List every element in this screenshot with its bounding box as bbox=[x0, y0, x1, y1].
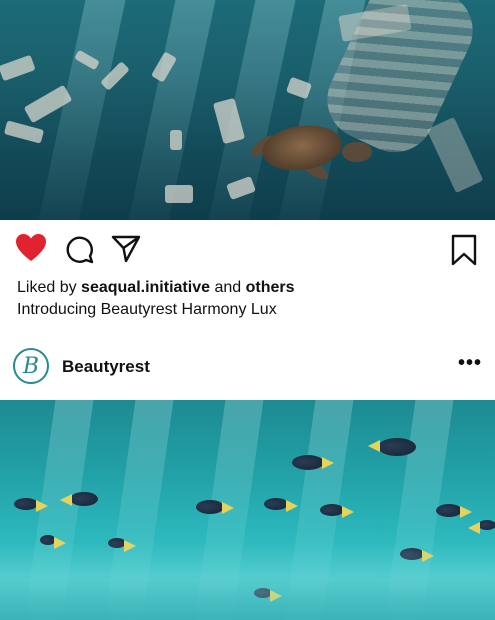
heart-icon[interactable] bbox=[16, 234, 46, 262]
more-icon[interactable]: ••• bbox=[458, 353, 481, 373]
liked-by-user-link[interactable]: seaqual.initiative bbox=[81, 279, 210, 296]
avatar-letter: B bbox=[22, 353, 40, 379]
post-caption: Introducing Beautyrest Harmony Lux bbox=[17, 301, 277, 318]
fish bbox=[368, 438, 416, 456]
plastic-debris bbox=[170, 130, 182, 150]
fish bbox=[436, 504, 472, 518]
likes-and: and bbox=[214, 279, 242, 296]
bookmark-icon[interactable] bbox=[451, 234, 477, 266]
account-username[interactable]: Beautyrest bbox=[62, 357, 150, 377]
post-photo-pollution[interactable] bbox=[0, 0, 495, 220]
fish bbox=[196, 500, 234, 514]
plastic-debris bbox=[0, 54, 36, 82]
liked-by-others-link[interactable]: others bbox=[246, 279, 295, 296]
plastic-debris bbox=[3, 120, 45, 144]
fish bbox=[292, 455, 334, 470]
likes-prefix: Liked by bbox=[17, 279, 77, 296]
sandy-seafloor bbox=[0, 540, 495, 620]
avatar[interactable]: B bbox=[13, 348, 49, 384]
fish bbox=[264, 498, 298, 512]
fish bbox=[320, 504, 354, 518]
likes-summary: Liked by seaqual.initiative and others bbox=[17, 279, 295, 297]
fish bbox=[468, 520, 495, 534]
fish bbox=[60, 492, 98, 506]
comment-icon[interactable] bbox=[64, 234, 94, 264]
plastic-debris bbox=[426, 116, 484, 194]
plastic-debris bbox=[165, 185, 193, 203]
turtle-head bbox=[342, 142, 372, 162]
fish bbox=[14, 498, 48, 512]
share-icon[interactable] bbox=[111, 235, 141, 263]
